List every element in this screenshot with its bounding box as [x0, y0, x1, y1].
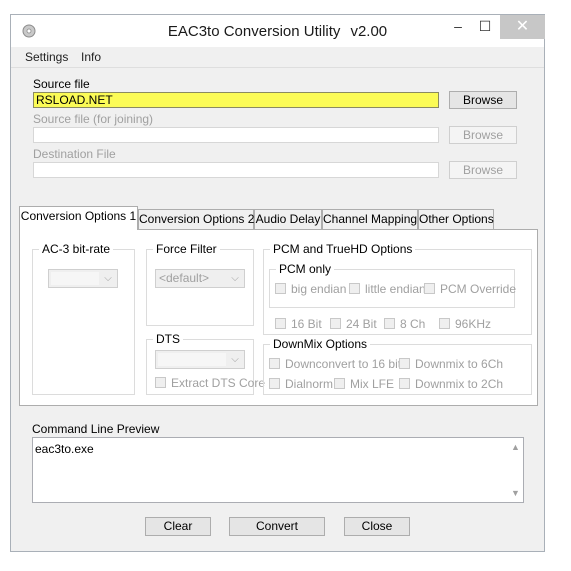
extract-dts-core-label: Extract DTS Core [171, 376, 266, 390]
clear-button[interactable]: Clear [145, 517, 211, 536]
preview-scrollbar[interactable]: ▲ ▼ [508, 438, 523, 502]
window-title-text: EAC3to Conversion Utility [167, 23, 341, 40]
96khz-checkbox[interactable]: 96KHz [439, 318, 491, 332]
close-button[interactable]: Close [344, 517, 410, 536]
checkbox-box [334, 378, 345, 389]
dialnorm-label: Dialnorm [285, 377, 334, 391]
force-filter-group: Force Filter <default> ⌵ [146, 242, 254, 326]
dts-title: DTS [153, 332, 183, 346]
tab-conversion-options-2[interactable]: Conversion Options 2 [138, 209, 254, 229]
source-file-label: Source file [33, 77, 90, 91]
downmix-title: DownMix Options [270, 337, 371, 351]
scroll-down-arrow-icon[interactable]: ▼ [508, 486, 523, 500]
checkbox-box [155, 377, 166, 388]
scroll-up-arrow-icon[interactable]: ▲ [508, 440, 523, 454]
menu-divider [11, 67, 544, 68]
command-line-preview-textarea[interactable]: eac3to.exe ▲ ▼ [32, 437, 524, 503]
downconvert-16-bit-checkbox[interactable]: Downconvert to 16 bit [269, 358, 401, 372]
menu-info[interactable]: Info [81, 50, 101, 64]
dialnorm-checkbox[interactable]: Dialnorm [269, 378, 333, 392]
downconvert-16-bit-label: Downconvert to 16 bit [285, 357, 402, 371]
downmix-6ch-label: Downmix to 6Ch [415, 357, 504, 371]
dts-value-area [158, 353, 226, 366]
title-bar: EAC3to Conversion Utility v2.00 – ☐ ✕ [11, 15, 545, 47]
mix-lfe-label: Mix LFE [350, 377, 395, 391]
dts-group: DTS ⌵ Extract DTS Core [146, 332, 265, 395]
tab-channel-mapping[interactable]: Channel Mapping [322, 209, 418, 229]
downmix-6ch-checkbox[interactable]: Downmix to 6Ch [399, 358, 503, 372]
16-bit-checkbox[interactable]: 16 Bit [275, 318, 322, 332]
downmix-2ch-label: Downmix to 2Ch [415, 377, 504, 391]
force-filter-select[interactable]: <default> ⌵ [155, 269, 245, 288]
joining-browse-button[interactable]: Browse [449, 126, 517, 144]
24-bit-label: 24 Bit [346, 317, 377, 331]
pcm-override-checkbox[interactable]: PCM Override [424, 283, 516, 297]
minimize-button[interactable]: – [446, 15, 470, 39]
checkbox-box [269, 358, 280, 369]
menu-bar: Settings Info [11, 47, 544, 67]
checkbox-box [330, 318, 341, 329]
app-window: EAC3to Conversion Utility v2.00 – ☐ ✕ Set… [10, 14, 545, 552]
chevron-down-icon: ⌵ [104, 273, 112, 284]
window-version: v2.00 [350, 23, 388, 40]
96khz-label: 96KHz [455, 317, 492, 331]
big-endian-label: big endian [291, 282, 347, 296]
mix-lfe-checkbox[interactable]: Mix LFE [334, 378, 394, 392]
little-endian-label: little endian [365, 282, 426, 296]
checkbox-box [269, 378, 280, 389]
checkbox-box [399, 358, 410, 369]
8-ch-label: 8 Ch [400, 317, 426, 331]
ac3-bitrate-group: AC-3 bit-rate ⌵ [32, 242, 135, 395]
tab-other-options[interactable]: Other Options [418, 209, 494, 229]
pcm-override-label: PCM Override [440, 282, 517, 296]
pcm-truehd-title: PCM and TrueHD Options [270, 242, 416, 256]
checkbox-box [399, 378, 410, 389]
checkbox-box [424, 283, 435, 294]
little-endian-checkbox[interactable]: little endian [349, 283, 426, 297]
extract-dts-core-checkbox[interactable]: Extract DTS Core [155, 377, 265, 391]
ac3-bitrate-title: AC-3 bit-rate [39, 242, 114, 256]
convert-button[interactable]: Convert [229, 517, 325, 536]
chevron-down-icon: ⌵ [231, 354, 239, 365]
joining-file-label: Source file (for joining) [33, 112, 154, 126]
16-bit-label: 16 Bit [291, 317, 322, 331]
tab-audio-delay[interactable]: Audio Delay [254, 209, 322, 229]
destination-file-input[interactable] [33, 162, 439, 178]
pcm-only-title: PCM only [276, 262, 335, 276]
dts-select[interactable]: ⌵ [155, 350, 245, 369]
force-filter-title: Force Filter [153, 242, 220, 256]
checkbox-box [384, 318, 395, 329]
big-endian-checkbox[interactable]: big endian [275, 283, 346, 297]
close-window-button[interactable]: ✕ [500, 15, 545, 39]
force-filter-value: <default> [159, 271, 210, 285]
checkbox-box [439, 318, 450, 329]
menu-settings[interactable]: Settings [25, 50, 68, 64]
destination-file-label: Destination File [33, 147, 116, 161]
downmix-group: DownMix Options Downconvert to 16 bit Do… [263, 337, 532, 395]
ac3-bitrate-value-area [51, 272, 99, 285]
source-file-input[interactable]: RSLOAD.NET [33, 92, 439, 108]
ac3-bitrate-select[interactable]: ⌵ [48, 269, 118, 288]
joining-file-input[interactable] [33, 127, 439, 143]
command-line-preview-label: Command Line Preview [32, 422, 160, 436]
tab-conversion-options-1[interactable]: Conversion Options 1 [19, 206, 138, 230]
24-bit-checkbox[interactable]: 24 Bit [330, 318, 377, 332]
8-ch-checkbox[interactable]: 8 Ch [384, 318, 425, 332]
downmix-2ch-checkbox[interactable]: Downmix to 2Ch [399, 378, 503, 392]
command-line-preview-text: eac3to.exe [35, 442, 94, 456]
pcm-truehd-group: PCM and TrueHD Options PCM only big endi… [263, 242, 532, 335]
pcm-only-group: PCM only big endian little endian PCM Ov… [269, 262, 516, 308]
checkbox-box [275, 318, 286, 329]
chevron-down-icon: ⌵ [231, 273, 239, 284]
source-browse-button[interactable]: Browse [449, 91, 517, 109]
maximize-button[interactable]: ☐ [473, 15, 497, 39]
checkbox-box [275, 283, 286, 294]
tab-panel-conversion-options-1: AC-3 bit-rate ⌵ Force Filter <default> ⌵… [19, 229, 538, 406]
destination-browse-button[interactable]: Browse [449, 161, 517, 179]
checkbox-box [349, 283, 360, 294]
